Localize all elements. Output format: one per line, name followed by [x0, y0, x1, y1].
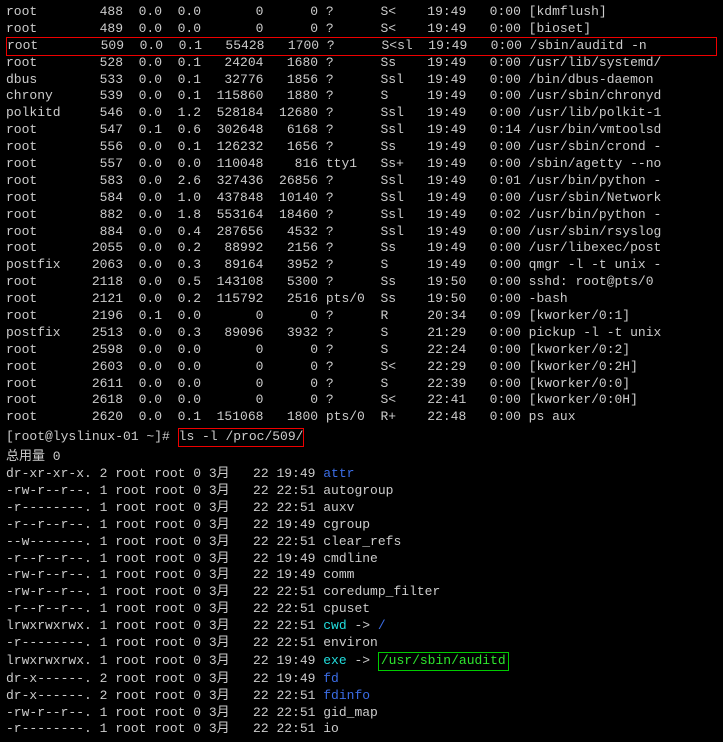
- ls-filename: attr: [323, 466, 354, 481]
- ps-row: chrony 539 0.0 0.1 115860 1880 ? S 19:49…: [6, 88, 717, 105]
- prompt-text: [root@lyslinux-01 ~]#: [6, 429, 178, 444]
- ls-filename: fdinfo: [323, 688, 370, 703]
- ls-row: dr-x------. 2 root root 0 3月 22 22:51 fd…: [6, 688, 717, 705]
- ls-row: --w-------. 1 root root 0 3月 22 22:51 cl…: [6, 534, 717, 551]
- ls-filename: auxv: [323, 500, 354, 515]
- ls-total: 总用量 0: [6, 449, 717, 466]
- ls-filename: gid_map: [323, 705, 378, 720]
- ps-row: root 547 0.1 0.6 302648 6168 ? Ssl 19:49…: [6, 122, 717, 139]
- ls-row: -rw-r--r--. 1 root root 0 3月 22 22:51 au…: [6, 483, 717, 500]
- ls-row: dr-x------. 2 root root 0 3月 22 19:49 fd: [6, 671, 717, 688]
- ps-row: root 2603 0.0 0.0 0 0 ? S< 22:29 0:00 [k…: [6, 359, 717, 376]
- ls-link-target: /: [378, 618, 386, 633]
- ls-row: -r--------. 1 root root 0 3月 22 22:51 en…: [6, 635, 717, 652]
- ls-filename: comm: [323, 567, 354, 582]
- ps-row: root 509 0.0 0.1 55428 1700 ? S<sl 19:49…: [6, 37, 717, 56]
- ps-row: root 2118 0.0 0.5 143108 5300 ? Ss 19:50…: [6, 274, 717, 291]
- ls-row: lrwxrwxrwx. 1 root root 0 3月 22 19:49 ex…: [6, 652, 717, 671]
- ps-row: root 2121 0.0 0.2 115792 2516 pts/0 Ss 1…: [6, 291, 717, 308]
- ps-row: root 489 0.0 0.0 0 0 ? S< 19:49 0:00 [bi…: [6, 21, 717, 38]
- ps-row: root 2196 0.1 0.0 0 0 ? R 20:34 0:09 [kw…: [6, 308, 717, 325]
- ls-row: -r--------. 1 root root 0 3月 22 22:51 io: [6, 721, 717, 738]
- ls-filename: exe: [323, 653, 346, 668]
- ls-filename: clear_refs: [323, 534, 401, 549]
- ps-row: postfix 2513 0.0 0.3 89096 3932 ? S 21:2…: [6, 325, 717, 342]
- ls-row: -r--r--r--. 1 root root 0 3月 22 22:51 cp…: [6, 601, 717, 618]
- ps-row: root 2055 0.0 0.2 88992 2156 ? Ss 19:49 …: [6, 240, 717, 257]
- shell-prompt[interactable]: [root@lyslinux-01 ~]# ls -l /proc/509/: [6, 428, 717, 447]
- ls-filename: cmdline: [323, 551, 378, 566]
- ls-filename: environ: [323, 635, 378, 650]
- ps-row: dbus 533 0.0 0.1 32776 1856 ? Ssl 19:49 …: [6, 72, 717, 89]
- ls-row: -rw-r--r--. 1 root root 0 3月 22 22:51 gi…: [6, 705, 717, 722]
- ls-filename: cwd: [323, 618, 346, 633]
- ls-row: -r--r--r--. 1 root root 0 3月 22 19:49 cg…: [6, 517, 717, 534]
- terminal-output: root 488 0.0 0.0 0 0 ? S< 19:49 0:00 [kd…: [6, 4, 717, 738]
- ls-row: -r--------. 1 root root 0 3月 22 22:51 au…: [6, 500, 717, 517]
- ls-row: -r--r--r--. 1 root root 0 3月 22 19:49 cm…: [6, 551, 717, 568]
- ps-row: root 882 0.0 1.8 553164 18460 ? Ssl 19:4…: [6, 207, 717, 224]
- ls-row: -rw-r--r--. 1 root root 0 3月 22 19:49 co…: [6, 567, 717, 584]
- ls-filename: cgroup: [323, 517, 370, 532]
- ls-link-target: /usr/sbin/auditd: [378, 652, 509, 671]
- ls-filename: cpuset: [323, 601, 370, 616]
- ls-row: dr-xr-xr-x. 2 root root 0 3月 22 19:49 at…: [6, 466, 717, 483]
- ps-row: root 556 0.0 0.1 126232 1656 ? Ss 19:49 …: [6, 139, 717, 156]
- ps-row: root 584 0.0 1.0 437848 10140 ? Ssl 19:4…: [6, 190, 717, 207]
- ps-row: root 2611 0.0 0.0 0 0 ? S 22:39 0:00 [kw…: [6, 376, 717, 393]
- ps-row: root 884 0.0 0.4 287656 4532 ? Ssl 19:49…: [6, 224, 717, 241]
- ls-filename: io: [323, 721, 339, 736]
- ps-row: root 2620 0.0 0.1 151068 1800 pts/0 R+ 2…: [6, 409, 717, 426]
- ls-filename: fd: [323, 671, 339, 686]
- ps-row: polkitd 546 0.0 1.2 528184 12680 ? Ssl 1…: [6, 105, 717, 122]
- ls-row: -rw-r--r--. 1 root root 0 3月 22 22:51 co…: [6, 584, 717, 601]
- typed-command: ls -l /proc/509/: [178, 428, 305, 447]
- ps-row: root 557 0.0 0.0 110048 816 tty1 Ss+ 19:…: [6, 156, 717, 173]
- ps-row: root 2618 0.0 0.0 0 0 ? S< 22:41 0:00 [k…: [6, 392, 717, 409]
- ps-row: root 528 0.0 0.1 24204 1680 ? Ss 19:49 0…: [6, 55, 717, 72]
- ps-row: root 2598 0.0 0.0 0 0 ? S 22:24 0:00 [kw…: [6, 342, 717, 359]
- ps-row: root 488 0.0 0.0 0 0 ? S< 19:49 0:00 [kd…: [6, 4, 717, 21]
- ls-filename: coredump_filter: [323, 584, 440, 599]
- ls-row: lrwxrwxrwx. 1 root root 0 3月 22 22:51 cw…: [6, 618, 717, 635]
- ps-row: root 583 0.0 2.6 327436 26856 ? Ssl 19:4…: [6, 173, 717, 190]
- ps-row: postfix 2063 0.0 0.3 89164 3952 ? S 19:4…: [6, 257, 717, 274]
- ls-filename: autogroup: [323, 483, 393, 498]
